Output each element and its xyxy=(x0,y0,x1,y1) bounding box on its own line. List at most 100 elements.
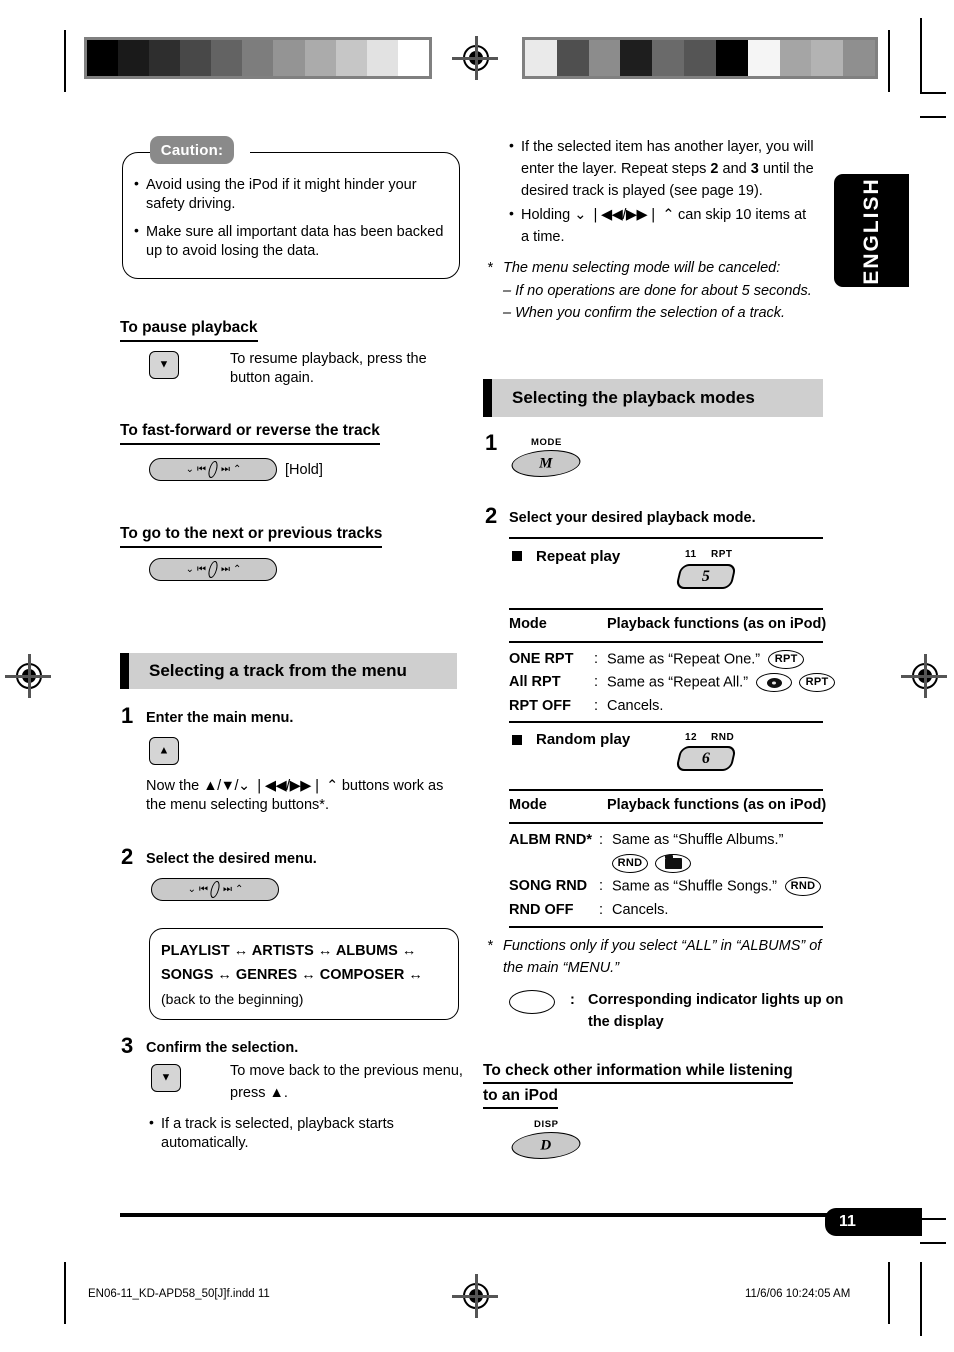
step3-label: Confirm the selection. xyxy=(146,1040,299,1056)
repeat-table-body-rule xyxy=(509,641,823,643)
repeat-col-functions: Playback functions (as on iPod) xyxy=(607,616,827,632)
random-col-functions: Playback functions (as on iPod) xyxy=(607,797,827,813)
step1-label: Enter the main menu. xyxy=(146,710,294,726)
step1-body: Now the ▲/▼/⌄ ❘◀◀/▶▶❘ ⌃ buttons work as … xyxy=(146,777,458,815)
caution-bullet-dot-2: • xyxy=(134,222,139,238)
repeat-table-head-rule xyxy=(509,608,823,610)
caution-tag: Caution: xyxy=(150,136,234,164)
repeat-row-2-sep: : xyxy=(594,674,599,690)
mode-key-icon: M xyxy=(506,450,586,477)
random-table-head-rule xyxy=(509,789,823,791)
center-oval-glyph xyxy=(208,881,222,898)
rb1-step-2: 2 xyxy=(710,161,719,177)
repeat-row-2-func: Same as “Repeat All.” RPT xyxy=(607,673,836,692)
up-arrow-glyph: ▲ xyxy=(158,744,170,757)
repeat-row-2-func-text: Same as “Repeat All.” xyxy=(607,674,749,691)
random-table-bottom-rule xyxy=(509,926,823,928)
random-row-3-mode: RND OFF xyxy=(509,902,574,918)
mode-step-number-2: 2 xyxy=(485,503,498,528)
menu-cycle-line-3: (back to the beginning) xyxy=(161,991,304,1007)
registration-swatch xyxy=(397,40,429,76)
right-bullet-2-line-1: Holding ⌄ ❘◀◀/▶▶❘ ⌃ can skip 10 items at xyxy=(521,206,806,225)
random-preset-caption-indicator: RND xyxy=(711,732,735,743)
registration-swatch xyxy=(335,40,367,76)
disp-key-caption: DISP xyxy=(534,1119,559,1130)
footer-filename: EN06-11_KD-APD58_50[J]f.indd 11 xyxy=(88,1288,270,1300)
registration-swatch xyxy=(652,40,685,76)
rpt-indicator-icon: RPT xyxy=(799,673,836,692)
rb1-step-3: 3 xyxy=(750,161,759,177)
registration-bar-right xyxy=(522,37,878,79)
next-track-glyph: ⏭ xyxy=(223,884,232,895)
disp-key-icon: D xyxy=(506,1132,586,1159)
step3-bullet-text: If a track is selected, playback starts … xyxy=(161,1116,394,1151)
legend-line-2: the display xyxy=(588,1014,664,1030)
page-number-badge: 11 xyxy=(825,1208,922,1236)
rb1-l2e: until the xyxy=(758,161,814,177)
right-bullet-dot-1: • xyxy=(509,137,514,153)
right-bullet-2-line-2: a time. xyxy=(521,229,565,245)
random-row-1-mode-text: ALBM RND xyxy=(509,832,587,848)
crop-line-right-top xyxy=(888,30,890,92)
preset-key-5-icon: 5 xyxy=(675,564,737,589)
crop-line-right-outer-b xyxy=(920,1262,922,1336)
track-seek-pill-icon-ff: ⌄ ⏮ ⏭ ⌃ xyxy=(149,458,277,481)
down-chevron-glyph: ⌄ xyxy=(187,884,196,895)
disp-key-letter: D xyxy=(540,1137,552,1153)
registration-bar-left xyxy=(84,37,432,79)
section-header-label: Selecting a track from the menu xyxy=(149,661,407,680)
heading-check-info-line-2: to an iPod xyxy=(483,1086,558,1109)
registration-swatch xyxy=(811,40,844,76)
random-row-2-func: Same as “Shuffle Songs.” RND xyxy=(612,877,821,896)
star-note-line-1: Functions only if you select “ALL” in “A… xyxy=(503,938,822,954)
rb1-l2c: and xyxy=(718,161,751,177)
section-header-playback-modes: Selecting the playback modes xyxy=(483,379,823,417)
legend-separator: : xyxy=(570,992,575,1008)
registration-crosshair-left-h xyxy=(5,674,51,678)
repeat-row-1-sep: : xyxy=(594,651,599,667)
registration-swatch xyxy=(715,40,748,76)
registration-swatch xyxy=(87,40,119,76)
registration-swatch xyxy=(273,40,305,76)
random-preset-caption-number: 12 xyxy=(685,732,698,743)
random-row-3-sep: : xyxy=(599,902,604,918)
random-col-mode: Mode xyxy=(509,797,547,813)
pause-playback-text: To resume playback, press the button aga… xyxy=(230,351,427,386)
repeat-play-square-bullet xyxy=(512,551,522,561)
disc-indicator-icon xyxy=(756,673,793,692)
next-track-glyph: ⏭ xyxy=(221,464,230,475)
registration-swatch xyxy=(242,40,274,76)
footnote-line-2: – When you confirm the selection of a tr… xyxy=(503,305,786,321)
step-number-1: 1 xyxy=(121,703,134,728)
random-play-label: Random play xyxy=(536,731,631,748)
registration-swatch xyxy=(304,40,336,76)
repeat-play-label: Repeat play xyxy=(536,548,621,565)
registration-swatch xyxy=(843,40,875,76)
step3-text-line-1: To move back to the previous menu, xyxy=(230,1063,463,1079)
registration-swatch xyxy=(684,40,716,76)
rnd-indicator-icon: RND xyxy=(785,877,821,896)
random-row-3-func: Cancels. xyxy=(612,902,669,918)
manual-page: ENGLISH Caution: • Avoid using the iPod … xyxy=(0,0,954,1352)
crop-line-right-mark-b xyxy=(920,116,946,118)
caution-bullet-dot-1: • xyxy=(134,175,139,191)
right-bullet-dot-2: • xyxy=(509,205,514,221)
rnd-indicator-icon: RND xyxy=(612,854,648,873)
repeat-preset-caption-indicator: RPT xyxy=(711,549,733,560)
crop-line-right-outer xyxy=(920,18,922,92)
heading-fast-forward-reverse: To fast-forward or reverse the track xyxy=(120,421,380,445)
random-row-1-star: * xyxy=(586,832,592,848)
footnote-marker: * xyxy=(487,260,493,276)
center-oval-glyph xyxy=(206,561,220,578)
step3-text-line-2: press ▲. xyxy=(230,1085,288,1101)
center-oval-glyph xyxy=(206,461,220,478)
up-arrow-key-icon: ▲ xyxy=(149,737,179,765)
mode-key-letter: M xyxy=(539,455,553,471)
caution-item-1: Avoid using the iPod if it might hinder … xyxy=(146,177,417,212)
repeat-block-top-rule xyxy=(509,537,823,539)
menu-button-glyphs: ▲/▼/⌄ ❘◀◀/▶▶❘ ⌃ xyxy=(203,778,338,794)
repeat-row-1-func-text: Same as “Repeat One.” xyxy=(607,651,761,668)
repeat-row-1-mode: ONE RPT xyxy=(509,651,574,667)
section-accent-bar xyxy=(483,379,492,417)
random-row-1-mode: ALBM RND* xyxy=(509,831,592,850)
